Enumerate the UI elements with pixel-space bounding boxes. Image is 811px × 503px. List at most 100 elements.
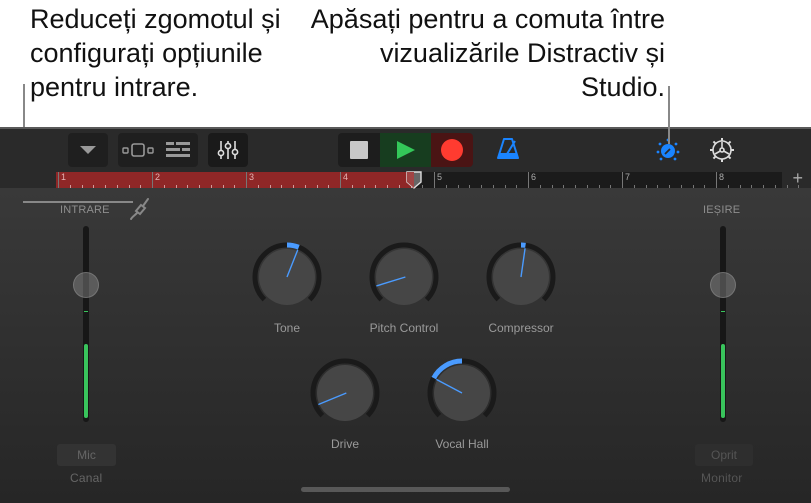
record-icon	[441, 139, 463, 161]
ruler-tick	[81, 185, 83, 188]
ruler-bar-line	[340, 172, 341, 188]
ruler-tick	[633, 185, 635, 188]
view-segment	[118, 133, 198, 167]
ruler-bar-line	[246, 172, 247, 188]
knob-dial[interactable]	[426, 357, 498, 429]
ruler-bar-line	[622, 172, 623, 188]
ruler-tick	[739, 185, 741, 188]
metronome-button[interactable]	[496, 137, 524, 163]
ruler-tick	[422, 185, 424, 188]
cycle-region[interactable]	[56, 172, 416, 188]
ruler-tick	[751, 185, 753, 188]
knob-compressor[interactable]	[485, 241, 557, 313]
monitor-button[interactable]: Oprit	[695, 444, 753, 466]
knob-pitch-control[interactable]	[368, 241, 440, 313]
knob-tone[interactable]	[251, 241, 323, 313]
ruler-tick	[140, 185, 142, 188]
knob-label: Tone	[273, 321, 301, 335]
play-button[interactable]	[380, 133, 431, 167]
dropdown-triangle-icon	[80, 146, 96, 154]
ruler-tick	[469, 185, 471, 188]
callout-input-settings: Reduceți zgomotul și configurați opțiuni…	[30, 4, 281, 102]
play-icon	[396, 141, 415, 159]
callout-view-toggle: Apăsați pentru a comuta între vizualizăr…	[310, 4, 665, 102]
stop-icon	[350, 141, 368, 159]
knob-dial[interactable]	[309, 357, 381, 429]
settings-button[interactable]	[709, 137, 737, 163]
callout-line-left-horizontal	[23, 201, 133, 203]
ruler-tick	[128, 185, 130, 188]
ruler-tick	[727, 185, 729, 188]
mixer-sliders-icon	[217, 141, 239, 159]
input-level-meter	[84, 343, 88, 418]
ruler-tick	[175, 185, 177, 188]
ruler-tick	[704, 185, 706, 188]
knob-label: Compressor	[488, 321, 554, 335]
ruler-bar-number: 6	[531, 172, 537, 182]
output-fader-thumb[interactable]	[710, 271, 736, 298]
input-channel-button[interactable]: Mic	[57, 444, 116, 466]
mixer-button[interactable]	[208, 133, 248, 167]
ruler-tick	[763, 185, 764, 188]
ruler-tick	[645, 185, 647, 188]
browser-button[interactable]	[68, 133, 108, 167]
ruler-tick	[598, 185, 600, 188]
callout-line-right	[668, 86, 670, 144]
ruler-tick	[610, 185, 612, 188]
ruler-tick	[551, 185, 553, 188]
ruler-bar-number: 3	[249, 172, 255, 182]
gear-icon	[710, 138, 734, 162]
ruler-tick	[504, 185, 506, 188]
ruler-bar-number: 1	[61, 172, 67, 182]
ruler-tick	[481, 185, 482, 188]
home-indicator	[301, 487, 510, 492]
ruler-tick	[387, 185, 388, 188]
ruler-bar-number: 5	[437, 172, 443, 182]
multitrack-view-button[interactable]	[158, 133, 198, 167]
ruler-bar-line	[152, 172, 153, 188]
ruler-tick	[363, 185, 365, 188]
ruler-tick	[492, 185, 494, 188]
ruler-bar-line	[528, 172, 529, 188]
ruler-tick	[281, 185, 283, 188]
ruler-bar-line	[434, 172, 435, 188]
ruler-tick	[222, 185, 224, 188]
ruler-bar-number: 8	[719, 172, 725, 182]
monitor-label: Monitor	[701, 471, 743, 485]
ruler-tick	[210, 185, 212, 188]
knob-label: Pitch Control	[369, 321, 439, 335]
add-section-button[interactable]: +	[792, 169, 803, 187]
input-fader-thumb[interactable]	[73, 271, 99, 298]
stop-button[interactable]	[338, 133, 380, 167]
ruler-tick	[105, 185, 106, 188]
knob-dial[interactable]	[251, 241, 323, 313]
tracks-view-button[interactable]	[118, 133, 158, 167]
ruler-bar-number: 2	[155, 172, 161, 182]
ruler-bar-line	[716, 172, 717, 188]
transport-controls	[338, 133, 473, 167]
record-button[interactable]	[431, 133, 473, 167]
ruler-tick	[293, 185, 294, 188]
knob-dial[interactable]	[485, 241, 557, 313]
ruler-tick	[163, 185, 165, 188]
ruler-tick	[692, 185, 694, 188]
knob-dial[interactable]	[368, 241, 440, 313]
knob-drive[interactable]	[309, 357, 381, 429]
input-channel-label: Canal	[70, 471, 103, 485]
playhead-icon[interactable]	[406, 171, 422, 189]
ruler-tick	[457, 185, 459, 188]
ruler-tick	[445, 185, 447, 188]
ruler-bar-number: 4	[343, 172, 349, 182]
metronome-icon	[497, 138, 519, 159]
ruler-tick	[304, 185, 306, 188]
ruler-tick	[398, 185, 400, 188]
knob-label: Drive	[330, 437, 359, 451]
ruler-tick	[774, 185, 776, 188]
tracks-view-icon	[122, 143, 154, 157]
ruler-tick	[586, 185, 588, 188]
ruler-tick	[539, 185, 541, 188]
output-peak-indicator	[721, 311, 725, 312]
knob-vocal-hall[interactable]	[426, 357, 498, 429]
knob-label: Vocal Hall	[435, 437, 489, 451]
ruler-tick	[328, 185, 330, 188]
